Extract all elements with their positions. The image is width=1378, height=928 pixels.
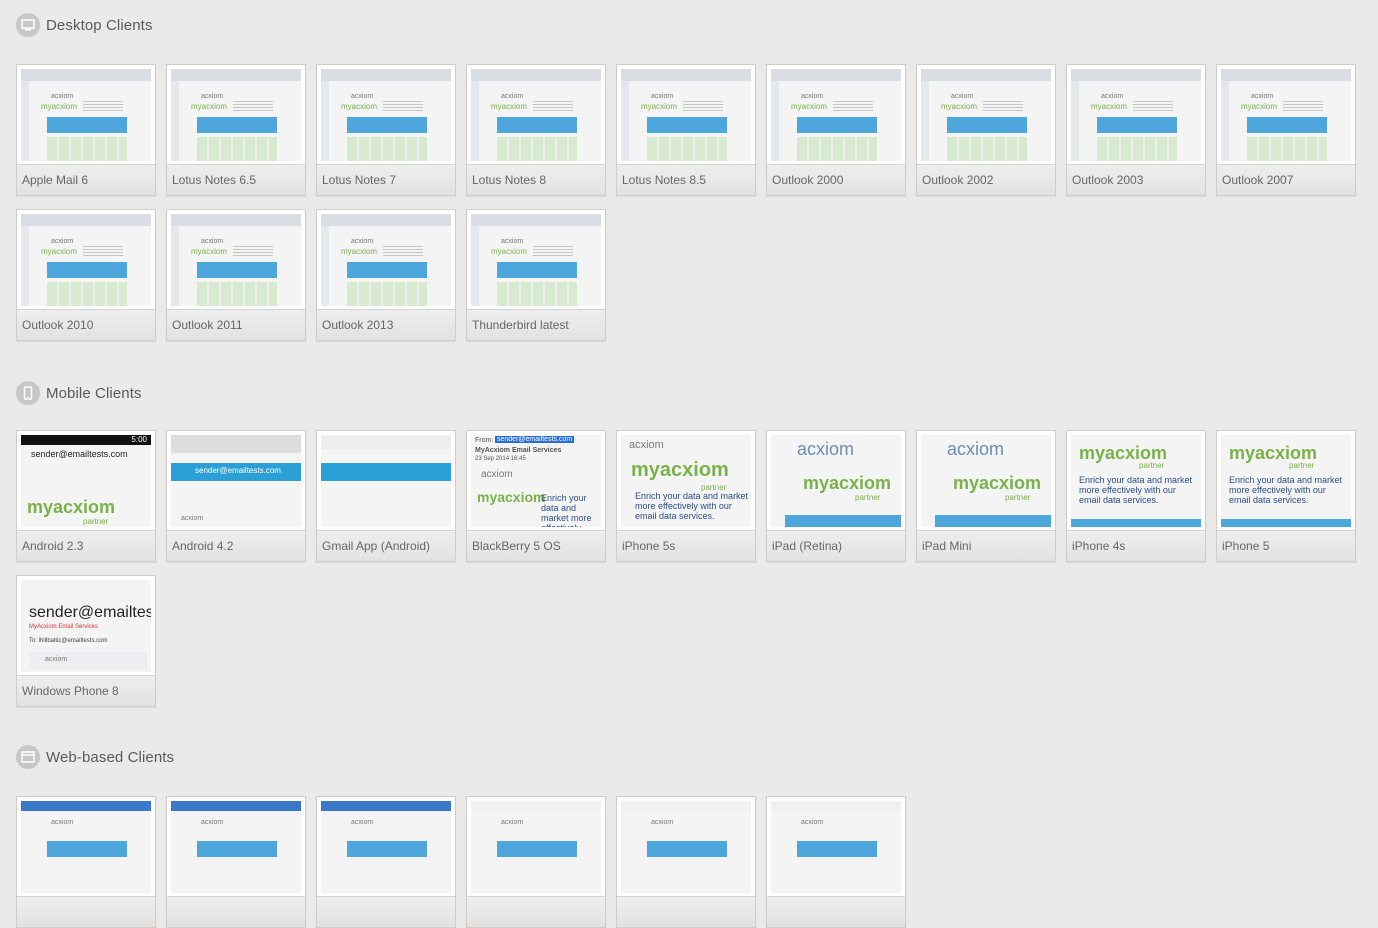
client-card-outlook-2002[interactable]: acxiom myacxiom Outlook 2002: [916, 64, 1056, 196]
client-screenshot-thumbnail: acxiom myacxiom: [771, 69, 901, 161]
client-name-label: Outlook 2007: [1217, 164, 1355, 195]
client-name-label: [167, 896, 305, 927]
client-name-label: [767, 896, 905, 927]
client-name-label: iPhone 5s: [617, 530, 755, 561]
client-name-label: Android 4.2: [167, 530, 305, 561]
client-name-label: Outlook 2013: [317, 309, 455, 340]
client-screenshot-thumbnail: acxiom myacxiom: [321, 214, 451, 306]
client-screenshot-thumbnail: acxiom: [21, 801, 151, 893]
client-screenshot-thumbnail: [321, 435, 451, 527]
client-card-outlook-2003[interactable]: acxiom myacxiom Outlook 2003: [1066, 64, 1206, 196]
client-screenshot-thumbnail: acxiom: [771, 801, 901, 893]
client-name-label: Lotus Notes 8: [467, 164, 605, 195]
client-screenshot-thumbnail: 5:00 sender@emailtests.com myacxiom partner: [21, 435, 151, 527]
client-name-label: Thunderbird latest: [467, 309, 605, 340]
client-screenshot-thumbnail: acxiom myacxiom: [471, 214, 601, 306]
section-title-web: Web-based Clients: [46, 748, 175, 766]
client-name-label: Outlook 2002: [917, 164, 1055, 195]
section-title-mobile: Mobile Clients: [46, 384, 142, 402]
client-screenshot-thumbnail: sender@emailtest MyAcxiom Email Services T…: [21, 580, 151, 672]
client-screenshot-thumbnail: acxiom: [321, 801, 451, 893]
client-screenshot-thumbnail: acxiom myacxiom: [1221, 69, 1351, 161]
client-card-android-2-3[interactable]: 5:00 sender@emailtests.com myacxiom partner…: [16, 430, 156, 562]
client-screenshot-thumbnail: sender@emailtests.com acxiom: [171, 435, 301, 527]
client-card-apple-mail-6[interactable]: acxiom myacxiom Apple Mail 6: [16, 64, 156, 196]
client-card-windows-phone-8[interactable]: sender@emailtest MyAcxiom Email Services T…: [16, 575, 156, 707]
client-name-label: Outlook 2000: [767, 164, 905, 195]
client-card-thunderbird-latest[interactable]: acxiom myacxiom Thunderbird latest: [466, 209, 606, 341]
client-screenshot-thumbnail: acxiom myacxiom partner: [921, 435, 1051, 527]
client-screenshot-thumbnail: myacxiom partner Enrich your data and mark…: [1071, 435, 1201, 527]
client-card-web-4[interactable]: acxiom: [466, 796, 606, 928]
client-card-web-2[interactable]: acxiom: [166, 796, 306, 928]
client-card-web-6[interactable]: acxiom: [766, 796, 906, 928]
client-name-label: BlackBerry 5 OS: [467, 530, 605, 561]
client-name-label: Lotus Notes 7: [317, 164, 455, 195]
client-name-label: iPad Mini: [917, 530, 1055, 561]
client-card-web-3[interactable]: acxiom: [316, 796, 456, 928]
client-card-gmail-app-android[interactable]: Gmail App (Android): [316, 430, 456, 562]
client-screenshot-thumbnail: acxiom myacxiom: [921, 69, 1051, 161]
client-screenshot-thumbnail: acxiom myacxiom: [621, 69, 751, 161]
section-header-mobile: Mobile Clients: [16, 380, 142, 406]
client-name-label: iPad (Retina): [767, 530, 905, 561]
client-card-outlook-2010[interactable]: acxiom myacxiom Outlook 2010: [16, 209, 156, 341]
client-name-label: Outlook 2010: [17, 309, 155, 340]
client-card-android-4-2[interactable]: sender@emailtests.com acxiom Android 4.2: [166, 430, 306, 562]
client-screenshot-thumbnail: From: sender@emailtests.com MyAcxiom Email…: [471, 435, 601, 527]
client-screenshot-thumbnail: acxiom myacxiom: [21, 214, 151, 306]
client-name-label: [467, 896, 605, 927]
client-name-label: [317, 896, 455, 927]
client-screenshot-thumbnail: acxiom myacxiom: [321, 69, 451, 161]
client-screenshot-thumbnail: acxiom myacxiom partner: [771, 435, 901, 527]
browser-window-icon: [16, 745, 40, 769]
client-screenshot-thumbnail: acxiom: [471, 801, 601, 893]
client-screenshot-thumbnail: acxiom myacxiom: [171, 214, 301, 306]
client-name-label: Gmail App (Android): [317, 530, 455, 561]
client-card-lotus-notes-8[interactable]: acxiom myacxiom Lotus Notes 8: [466, 64, 606, 196]
client-name-label: Apple Mail 6: [17, 164, 155, 195]
client-name-label: Android 2.3: [17, 530, 155, 561]
client-card-outlook-2013[interactable]: acxiom myacxiom Outlook 2013: [316, 209, 456, 341]
client-card-iphone-5s[interactable]: acxiom myacxiom partner Enrich your data an…: [616, 430, 756, 562]
section-title-desktop: Desktop Clients: [46, 16, 153, 34]
client-name-label: iPhone 4s: [1067, 530, 1205, 561]
client-screenshot-thumbnail: acxiom myacxiom: [171, 69, 301, 161]
mobile-phone-icon: [16, 381, 40, 405]
client-screenshot-thumbnail: acxiom myacxiom: [471, 69, 601, 161]
client-name-label: Outlook 2011: [167, 309, 305, 340]
client-screenshot-thumbnail: acxiom: [621, 801, 751, 893]
client-card-lotus-notes-7[interactable]: acxiom myacxiom Lotus Notes 7: [316, 64, 456, 196]
client-name-label: [17, 896, 155, 927]
section-header-web: Web-based Clients: [16, 744, 174, 770]
client-name-label: Windows Phone 8: [17, 675, 155, 706]
client-card-outlook-2011[interactable]: acxiom myacxiom Outlook 2011: [166, 209, 306, 341]
client-card-iphone-5[interactable]: myacxiom partner Enrich your data and mark…: [1216, 430, 1356, 562]
client-card-ipad-mini[interactable]: acxiom myacxiom partner iPad Mini: [916, 430, 1056, 562]
client-screenshot-thumbnail: acxiom myacxiom: [21, 69, 151, 161]
client-name-label: Lotus Notes 6.5: [167, 164, 305, 195]
client-card-web-1[interactable]: acxiom: [16, 796, 156, 928]
client-card-blackberry-5-os[interactable]: From: sender@emailtests.com MyAcxiom Email…: [466, 430, 606, 562]
client-screenshot-thumbnail: acxiom: [171, 801, 301, 893]
desktop-icon: [16, 13, 40, 37]
client-card-outlook-2007[interactable]: acxiom myacxiom Outlook 2007: [1216, 64, 1356, 196]
client-card-iphone-4s[interactable]: myacxiom partner Enrich your data and mark…: [1066, 430, 1206, 562]
client-card-outlook-2000[interactable]: acxiom myacxiom Outlook 2000: [766, 64, 906, 196]
client-card-lotus-notes-6-5[interactable]: acxiom myacxiom Lotus Notes 6.5: [166, 64, 306, 196]
client-name-label: Outlook 2003: [1067, 164, 1205, 195]
client-name-label: Lotus Notes 8.5: [617, 164, 755, 195]
client-card-web-5[interactable]: acxiom: [616, 796, 756, 928]
client-name-label: [617, 896, 755, 927]
section-header-desktop: Desktop Clients: [16, 12, 153, 38]
client-name-label: iPhone 5: [1217, 530, 1355, 561]
client-card-ipad-retina[interactable]: acxiom myacxiom partner iPad (Retina): [766, 430, 906, 562]
client-screenshot-thumbnail: acxiom myacxiom: [1071, 69, 1201, 161]
client-card-lotus-notes-8-5[interactable]: acxiom myacxiom Lotus Notes 8.5: [616, 64, 756, 196]
client-screenshot-thumbnail: acxiom myacxiom partner Enrich your data an…: [621, 435, 751, 527]
client-screenshot-thumbnail: myacxiom partner Enrich your data and mark…: [1221, 435, 1351, 527]
